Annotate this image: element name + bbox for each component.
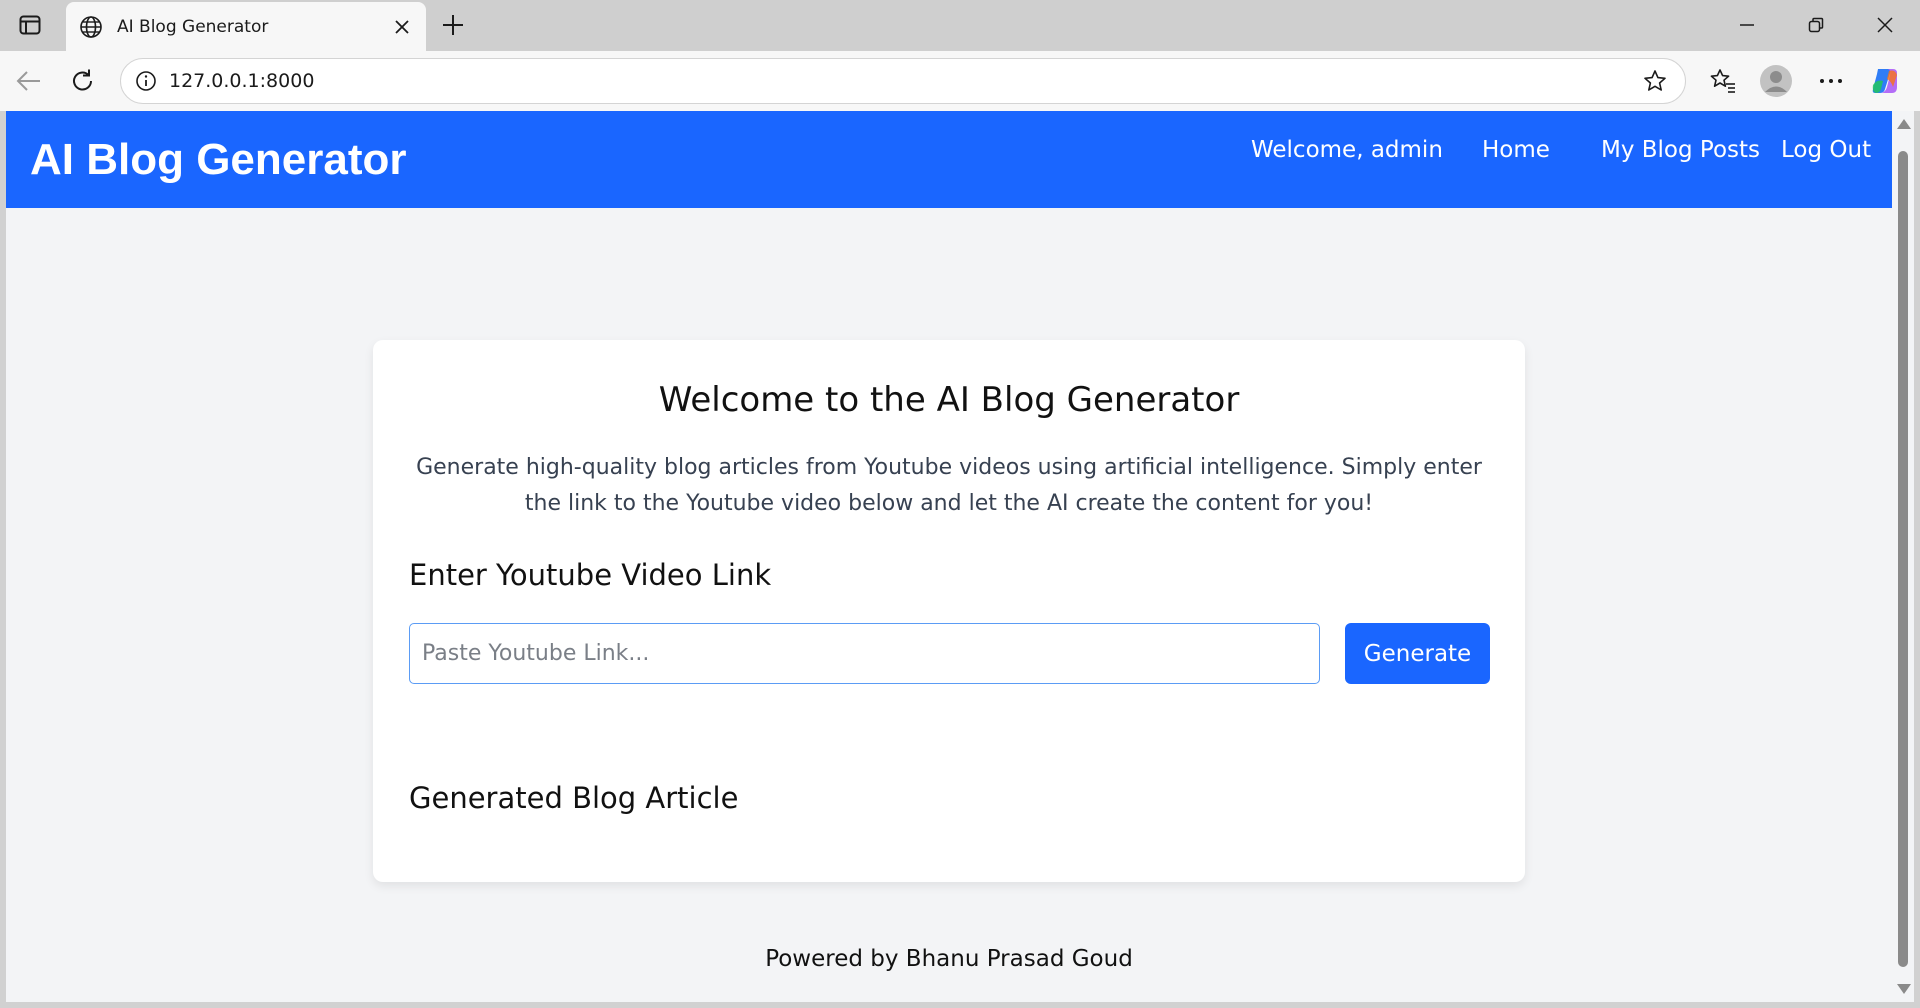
page-description: Generate high-quality blog articles from… xyxy=(416,455,1482,516)
browser-tab-active[interactable]: AI Blog Generator xyxy=(66,2,426,51)
close-icon[interactable] xyxy=(386,11,418,43)
back-button[interactable] xyxy=(10,62,48,100)
scrollbar-thumb[interactable] xyxy=(1898,151,1908,967)
window-close-button[interactable] xyxy=(1863,6,1907,44)
restore-icon xyxy=(1808,17,1824,33)
minimize-icon xyxy=(1740,24,1754,26)
more-options-icon[interactable] xyxy=(1812,62,1850,100)
input-section-title: Enter Youtube Video Link xyxy=(409,558,772,592)
generate-button[interactable]: Generate xyxy=(1345,623,1490,684)
globe-icon xyxy=(77,13,105,41)
nav-link-logout[interactable]: Log Out xyxy=(1781,137,1871,163)
output-section-title: Generated Blog Article xyxy=(409,781,739,815)
restore-button[interactable] xyxy=(1794,6,1838,44)
profile-avatar-icon[interactable] xyxy=(1757,62,1795,100)
tab-title: AI Blog Generator xyxy=(117,16,269,37)
browser-tab-strip: AI Blog Generator xyxy=(0,0,1920,51)
nav-link-my-blog-posts[interactable]: My Blog Posts xyxy=(1601,137,1760,163)
page-title: Welcome to the AI Blog Generator xyxy=(658,380,1240,420)
welcome-user-text: Welcome, admin xyxy=(1251,137,1443,163)
arrow-left-icon xyxy=(16,71,40,91)
reload-icon xyxy=(73,69,92,91)
tab-actions-icon[interactable] xyxy=(14,10,46,40)
minimize-button[interactable] xyxy=(1725,6,1769,44)
reload-button[interactable] xyxy=(64,62,102,100)
star-icon[interactable] xyxy=(1639,65,1671,97)
address-url[interactable]: 127.0.0.1:8000 xyxy=(169,70,1639,92)
site-logo[interactable]: AI Blog Generator xyxy=(30,135,407,185)
close-icon xyxy=(1877,17,1893,33)
favorites-icon[interactable] xyxy=(1704,62,1742,100)
page-scrollbar[interactable] xyxy=(1892,111,1914,1002)
scroll-up-arrow-icon[interactable] xyxy=(1897,119,1911,129)
copilot-icon[interactable] xyxy=(1866,62,1904,100)
youtube-link-input[interactable] xyxy=(409,623,1320,684)
generator-card: Welcome to the AI Blog Generator Generat… xyxy=(373,340,1525,882)
info-icon[interactable] xyxy=(133,68,159,94)
address-bar[interactable]: 127.0.0.1:8000 xyxy=(120,58,1686,104)
page-viewport: AI Blog Generator Welcome, admin Home My… xyxy=(6,111,1892,1002)
new-tab-button[interactable] xyxy=(436,8,470,42)
nav-link-home[interactable]: Home xyxy=(1482,137,1550,163)
scroll-down-arrow-icon[interactable] xyxy=(1897,984,1911,994)
site-footer: Powered by Bhanu Prasad Goud xyxy=(765,946,1133,972)
browser-toolbar: 127.0.0.1:8000 xyxy=(0,51,1920,111)
site-header: AI Blog Generator Welcome, admin Home My… xyxy=(6,111,1892,208)
plus-icon xyxy=(443,15,463,35)
